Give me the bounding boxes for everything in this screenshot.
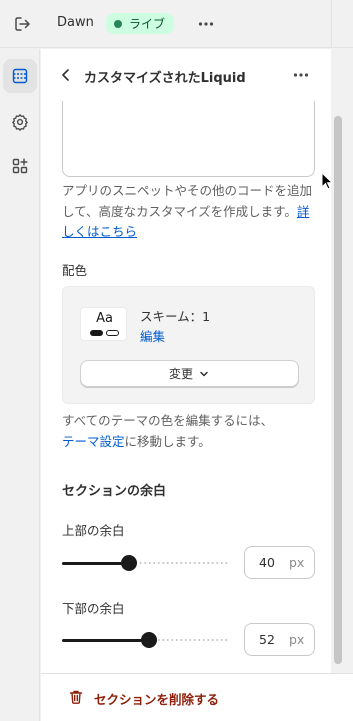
section-spacing-heading: セクションの余白 (62, 484, 167, 499)
top-divider (331, 0, 332, 48)
scheme-swatch: Aa (80, 307, 127, 341)
scrollbar-thumb[interactable] (334, 116, 342, 664)
top-padding-value: 40 (259, 555, 275, 570)
rail-item-settings[interactable] (3, 105, 37, 139)
sections-icon (12, 68, 28, 84)
swatch-pill-light (106, 330, 119, 336)
scheme-swatch-text: Aa (96, 311, 113, 326)
panel-footer: セクションを削除する (41, 673, 353, 721)
live-status-badge: ライブ (106, 13, 175, 34)
more-horizontal-icon[interactable] (291, 65, 311, 85)
bottom-padding-value: 52 (259, 632, 275, 647)
exit-icon[interactable] (12, 14, 32, 34)
rail-item-sections[interactable] (3, 59, 37, 93)
top-padding-unit: px (289, 555, 305, 570)
apps-add-icon (12, 158, 28, 174)
left-rail (0, 49, 40, 721)
settings-panel: カスタマイズされたLiquid アプリのスニペットやその他のコードを追加して、高… (41, 49, 331, 721)
more-horizontal-icon[interactable] (196, 14, 216, 34)
theme-name: Dawn (57, 15, 94, 30)
panel-scrollbar[interactable] (332, 100, 344, 670)
chevron-down-icon (200, 371, 208, 376)
scheme-edit-link[interactable]: 編集 (140, 326, 165, 345)
slider-thumb[interactable] (121, 555, 137, 571)
bottom-padding-label: 下部の余白 (62, 601, 125, 616)
chevron-left-icon[interactable] (57, 66, 75, 84)
theme-settings-text: すべてのテーマの色を編集するには、 テーマ設定に移動します。 (62, 411, 318, 452)
bottom-padding-unit: px (289, 632, 305, 647)
panel-header: カスタマイズされたLiquid (41, 49, 331, 101)
delete-section-button[interactable]: セクションを削除する (94, 689, 219, 708)
scheme-name: スキーム：1 (140, 309, 211, 324)
settings-gear-icon (12, 114, 28, 131)
live-badge-label: ライブ (129, 17, 166, 31)
trash-icon (69, 690, 83, 704)
color-scheme-label: 配色 (62, 263, 88, 278)
swatch-pill-dark (90, 330, 103, 336)
panel-content: アプリのスニペットやその他のコードを追加して、高度なカスタマイズを作成します。詳… (41, 101, 331, 673)
help-text-body: アプリのスニペットやその他のコードを追加して、高度なカスタマイズを作成します。 (62, 183, 313, 219)
theme-text-before: すべてのテーマの色を編集するには、 (62, 413, 274, 428)
rail-item-apps[interactable] (3, 149, 37, 183)
theme-settings-link[interactable]: テーマ設定 (62, 434, 125, 449)
bottom-padding-slider[interactable] (62, 631, 230, 649)
top-bar: Dawn ライブ (0, 0, 353, 48)
change-scheme-button[interactable]: 変更 (80, 360, 299, 387)
slider-thumb[interactable] (141, 632, 157, 648)
liquid-code-textarea[interactable] (62, 101, 315, 177)
slider-fill (62, 561, 129, 565)
mouse-cursor-icon (321, 172, 333, 190)
top-padding-input[interactable]: 40 px (244, 546, 315, 579)
live-dot-icon (114, 19, 122, 28)
help-text: アプリのスニペットやその他のコードを追加して、高度なカスタマイズを作成します。詳… (62, 181, 318, 243)
top-padding-label: 上部の余白 (62, 523, 125, 538)
panel-title: カスタマイズされたLiquid (84, 71, 246, 86)
top-padding-slider[interactable] (62, 554, 230, 572)
color-scheme-card: Aa スキーム：1 編集 変更 (62, 286, 315, 404)
theme-text-after: に移動します。 (124, 433, 211, 449)
change-scheme-label: 変更 (168, 367, 193, 381)
slider-fill (62, 638, 149, 642)
bottom-padding-input[interactable]: 52 px (244, 623, 315, 656)
